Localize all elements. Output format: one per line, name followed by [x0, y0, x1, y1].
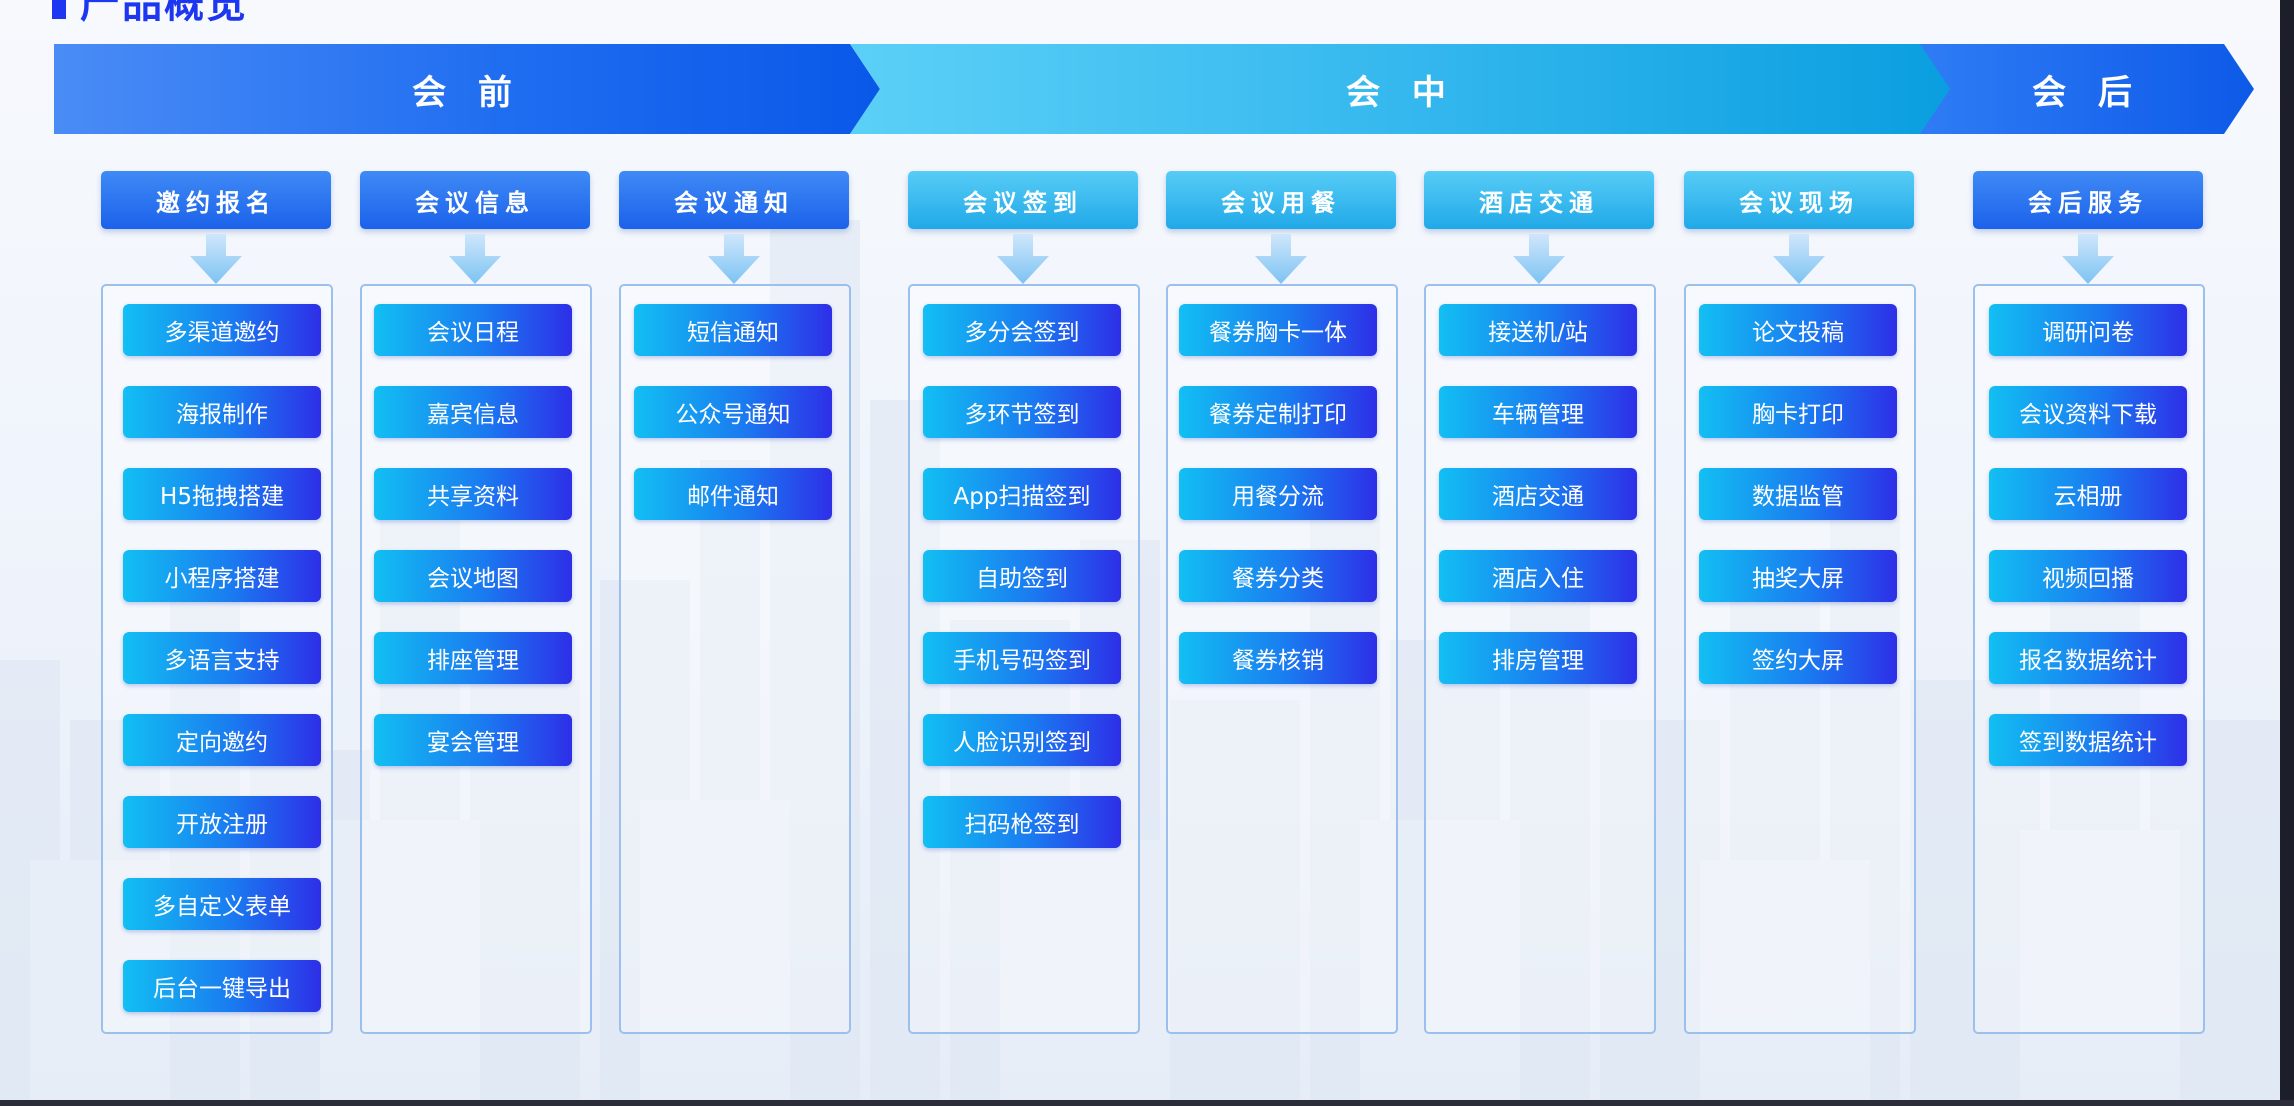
- arrow-down-icon: [997, 234, 1049, 284]
- phase-banner-pre-meeting: 会 前: [54, 44, 880, 134]
- feature-item[interactable]: 多环节签到: [923, 386, 1121, 438]
- feature-item[interactable]: 视频回播: [1989, 550, 2187, 602]
- column-header: 会后服务: [1973, 171, 2203, 229]
- feature-item[interactable]: 排房管理: [1439, 632, 1637, 684]
- arrow-down-icon: [190, 234, 242, 284]
- feature-item[interactable]: 会议地图: [374, 550, 572, 602]
- feature-item[interactable]: 手机号码签到: [923, 632, 1121, 684]
- feature-item[interactable]: 抽奖大屏: [1699, 550, 1897, 602]
- feature-item[interactable]: 小程序搭建: [123, 550, 321, 602]
- column-header: 酒店交通: [1424, 171, 1654, 229]
- page-title: 产品概览: [80, 0, 248, 27]
- arrow-down-icon: [449, 234, 501, 284]
- feature-item[interactable]: 嘉宾信息: [374, 386, 572, 438]
- feature-item[interactable]: 海报制作: [123, 386, 321, 438]
- feature-item[interactable]: 后台一键导出: [123, 960, 321, 1012]
- arrow-down-icon: [1773, 234, 1825, 284]
- column-header: 会议签到: [908, 171, 1138, 229]
- page-title-row: 产品概览: [52, 0, 248, 27]
- feature-item[interactable]: H5拖拽搭建: [123, 468, 321, 520]
- feature-item[interactable]: 多语言支持: [123, 632, 321, 684]
- feature-item[interactable]: 签到数据统计: [1989, 714, 2187, 766]
- phase-label-pre: 会 前: [412, 72, 522, 113]
- feature-item[interactable]: 调研问卷: [1989, 304, 2187, 356]
- slide: 产品概览 会 前 会 中 会 后 邀约报名多渠道邀约海报制作 H5拖拽搭建 小程序搭…: [0, 0, 2280, 1100]
- feature-item[interactable]: 开放注册: [123, 796, 321, 848]
- column-header: 会议用餐: [1166, 171, 1396, 229]
- feature-item[interactable]: 共享资料: [374, 468, 572, 520]
- arrow-down-icon: [2062, 234, 2114, 284]
- phase-label-mid: 会 中: [1346, 72, 1456, 113]
- feature-item[interactable]: 论文投稿: [1699, 304, 1897, 356]
- feature-item[interactable]: 餐券核销: [1179, 632, 1377, 684]
- feature-item[interactable]: 多渠道邀约: [123, 304, 321, 356]
- feature-item[interactable]: 邮件通知: [634, 468, 832, 520]
- feature-item[interactable]: App扫描签到: [923, 468, 1121, 520]
- feature-item[interactable]: 云相册: [1989, 468, 2187, 520]
- screen-edge-bottom: [0, 1100, 2294, 1106]
- column-header: 邀约报名: [101, 171, 331, 229]
- phase-label-post: 会 后: [2032, 72, 2142, 113]
- feature-item[interactable]: 接送机/站: [1439, 304, 1637, 356]
- feature-item[interactable]: 车辆管理: [1439, 386, 1637, 438]
- phase-banner-in-meeting: 会 中: [850, 44, 1952, 134]
- feature-item[interactable]: 人脸识别签到: [923, 714, 1121, 766]
- feature-item[interactable]: 多自定义表单: [123, 878, 321, 930]
- feature-item[interactable]: 胸卡打印: [1699, 386, 1897, 438]
- phase-banner-post-meeting: 会 后: [1920, 44, 2254, 134]
- arrow-down-icon: [1513, 234, 1565, 284]
- feature-item[interactable]: 餐券胸卡一体: [1179, 304, 1377, 356]
- arrow-down-icon: [1255, 234, 1307, 284]
- feature-item[interactable]: 酒店入住: [1439, 550, 1637, 602]
- feature-item[interactable]: 短信通知: [634, 304, 832, 356]
- feature-item[interactable]: 酒店交通: [1439, 468, 1637, 520]
- city-skyline-background: [0, 220, 2280, 1100]
- feature-item[interactable]: 宴会管理: [374, 714, 572, 766]
- arrow-down-icon: [708, 234, 760, 284]
- column-header: 会议信息: [360, 171, 590, 229]
- feature-item[interactable]: 数据监管: [1699, 468, 1897, 520]
- feature-item[interactable]: 扫码枪签到: [923, 796, 1121, 848]
- feature-item[interactable]: 签约大屏: [1699, 632, 1897, 684]
- feature-item[interactable]: 会议资料下载: [1989, 386, 2187, 438]
- feature-item[interactable]: 会议日程: [374, 304, 572, 356]
- column-header: 会议现场: [1684, 171, 1914, 229]
- feature-item[interactable]: 多分会签到: [923, 304, 1121, 356]
- feature-item[interactable]: 排座管理: [374, 632, 572, 684]
- title-accent-bar: [52, 0, 66, 19]
- feature-item[interactable]: 定向邀约: [123, 714, 321, 766]
- column-header: 会议通知: [619, 171, 849, 229]
- feature-item[interactable]: 用餐分流: [1179, 468, 1377, 520]
- feature-item[interactable]: 餐券分类: [1179, 550, 1377, 602]
- feature-item[interactable]: 公众号通知: [634, 386, 832, 438]
- feature-item[interactable]: 自助签到: [923, 550, 1121, 602]
- feature-item[interactable]: 餐券定制打印: [1179, 386, 1377, 438]
- screen-edge-right: [2280, 0, 2294, 1106]
- feature-item[interactable]: 报名数据统计: [1989, 632, 2187, 684]
